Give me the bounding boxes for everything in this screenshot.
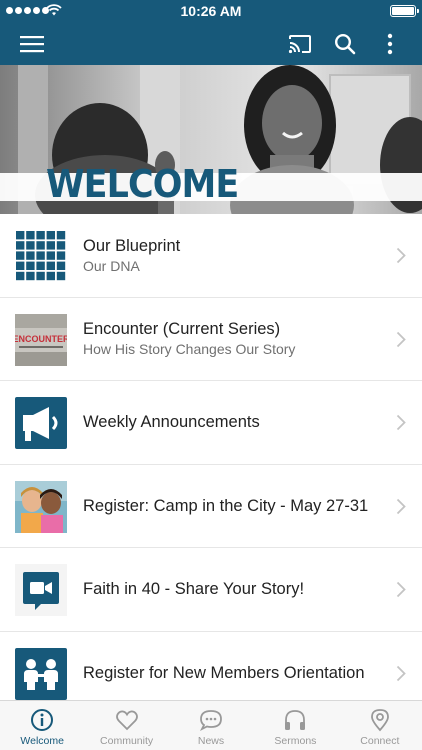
list-item-weekly-announcements[interactable]: Weekly Announcements (0, 381, 422, 465)
list-item-title: Register for New Members Orientation (83, 663, 365, 682)
chevron-right-icon (396, 498, 406, 514)
chevron-right-icon (396, 581, 406, 598)
list-item-faith-in-40[interactable]: Faith in 40 - Share Your Story! (0, 548, 422, 632)
video-camera-icon (15, 564, 67, 616)
list-item-camp-registration[interactable]: Register: Camp in the City - May 27-31 (0, 464, 422, 548)
tab-label: Community (100, 735, 154, 747)
status-bar: 10:26 AM (0, 0, 422, 22)
chat-bubble-icon (200, 710, 222, 732)
chevron-right-icon (396, 665, 406, 681)
menu-button[interactable] (10, 22, 54, 65)
people-icon (15, 647, 67, 700)
list-item-subtitle: Our DNA (83, 257, 140, 274)
tab-label: Sermons (274, 735, 317, 747)
list-item-subtitle: How His Story Changes Our Story (83, 341, 296, 357)
tab-bar: Welcome Community News Sermons Connect (0, 700, 422, 750)
list-item-our-blueprint[interactable]: Our Blueprint Our DNA (0, 214, 422, 298)
list-item-title: Faith in 40 - Share Your Story! (83, 580, 305, 598)
tab-welcome[interactable]: Welcome (0, 701, 84, 750)
series-artwork-text: ENCOUNTER (15, 334, 67, 344)
location-pin-icon (370, 709, 389, 732)
more-vertical-icon (387, 33, 393, 54)
search-icon (334, 33, 356, 54)
megaphone-icon (15, 397, 67, 449)
content-list: Our Blueprint Our DNA ENCOUNTER Encounte… (0, 214, 422, 715)
kids-photo (15, 480, 67, 533)
chevron-right-icon (396, 331, 406, 347)
chevron-right-icon (396, 247, 406, 264)
more-button[interactable] (368, 22, 412, 65)
status-time: 10:26 AM (180, 3, 242, 19)
search-button[interactable] (323, 22, 367, 65)
series-artwork: ENCOUNTER (15, 313, 67, 366)
list-item-title: Encounter (Current Series) (83, 320, 281, 338)
headphones-icon (285, 710, 306, 730)
tab-label: Welcome (20, 735, 64, 747)
list-item-title: Weekly Announcements (83, 413, 260, 431)
list-item-title: Our Blueprint (83, 236, 181, 255)
tab-label: News (197, 735, 225, 747)
tab-news[interactable]: News (169, 701, 253, 750)
chevron-right-icon (396, 414, 406, 431)
list-item-encounter[interactable]: ENCOUNTER Encounter (Current Series) How… (0, 297, 422, 381)
nav-bar (0, 22, 422, 65)
cast-icon (288, 34, 311, 53)
tab-community[interactable]: Community (84, 701, 168, 750)
cast-button[interactable] (278, 22, 322, 65)
battery-icon (390, 5, 419, 17)
tab-sermons[interactable]: Sermons (253, 701, 337, 750)
list-item-title: Register: Camp in the City - May 27-31 (83, 496, 369, 515)
welcome-title: WELCOME (46, 162, 239, 206)
menu-icon (20, 35, 44, 52)
info-icon (31, 709, 54, 731)
welcome-banner: WELCOME (0, 65, 422, 214)
tab-label: Connect (360, 735, 400, 747)
heart-icon (115, 710, 138, 731)
grid-icon (15, 230, 67, 282)
tab-connect[interactable]: Connect (338, 701, 422, 750)
